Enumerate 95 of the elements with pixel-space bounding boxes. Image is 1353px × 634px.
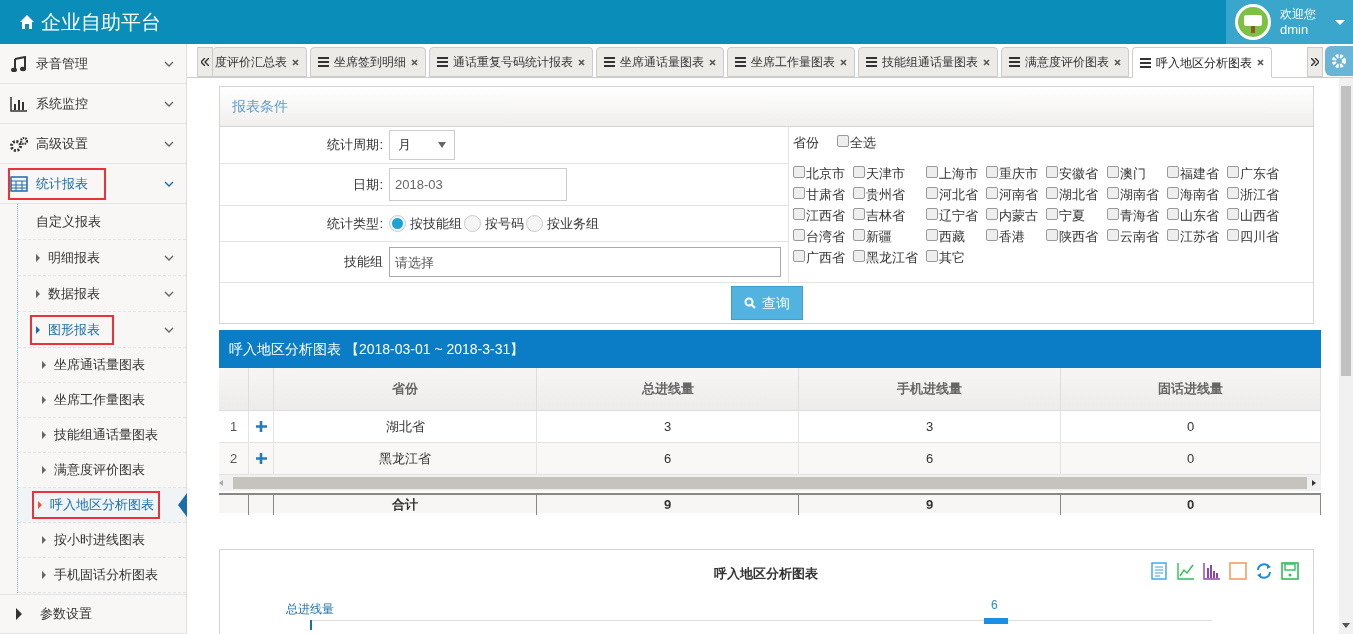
checkbox-label: 全选 — [850, 134, 876, 153]
radio-label: 按业务组 — [547, 214, 599, 233]
bar-value-label: 6 — [991, 597, 998, 614]
table-cell-text: 3 — [663, 417, 672, 436]
checkbox-label: 海南省 — [1180, 185, 1219, 204]
tab[interactable]: 坐席工作量图表 — [727, 47, 855, 77]
sidebar-item[interactable]: 明细报表 — [32, 244, 100, 271]
table-cell-text: 6 — [663, 449, 672, 468]
sidebar-item[interactable]: 高级设置 — [10, 129, 92, 158]
checkbox-label: 吉林省 — [866, 206, 905, 225]
checkbox-label: 山西省 — [1240, 206, 1279, 225]
tab[interactable]: 通话重复号码统计报表 — [429, 47, 593, 77]
checkbox-label: 辽宁省 — [939, 206, 978, 225]
tab[interactable]: 技能组通话量图表 — [858, 47, 998, 77]
chart-title: 呼入地区分析图表 — [714, 565, 818, 583]
table-cell-text: 0 — [1186, 417, 1195, 436]
sidebar-item[interactable]: 手机固话分析图表 — [38, 563, 162, 587]
checkbox-label: 广东省 — [1240, 164, 1279, 183]
checkbox-label: 山东省 — [1180, 206, 1219, 225]
column-header: 固话进线量 — [1158, 380, 1223, 399]
row-number: 2 — [229, 449, 238, 468]
column-header: 手机进线量 — [897, 380, 962, 399]
checkbox-label: 四川省 — [1240, 227, 1279, 246]
checkbox-label: 上海市 — [939, 164, 978, 183]
sidebar-item[interactable]: 坐席通话量图表 — [38, 353, 149, 377]
tab[interactable]: 坐席签到明细 — [310, 47, 426, 77]
total-cell-text: 0 — [1186, 496, 1195, 514]
checkbox-label: 内蒙古 — [999, 206, 1038, 225]
sidebar-item[interactable]: 数据报表 — [32, 280, 100, 307]
table-cell-text: 0 — [1186, 449, 1195, 468]
tab[interactable]: 度评价汇总表 — [213, 47, 307, 77]
checkbox-label: 湖南省 — [1120, 185, 1159, 204]
total-cell-text: 合计 — [392, 496, 418, 514]
sidebar-item[interactable]: 按小时进线图表 — [38, 528, 149, 552]
checkbox-label: 贵州省 — [866, 185, 905, 204]
skill-group-input[interactable]: 请选择 — [389, 247, 781, 277]
checkbox-label: 北京市 — [806, 164, 845, 183]
checkbox-label: 天津市 — [866, 164, 905, 183]
checkbox-label: 甘肃省 — [806, 185, 845, 204]
field-label: 日期: — [353, 176, 383, 192]
checkbox-label: 其它 — [939, 248, 965, 267]
sidebar-item[interactable]: 参数设置 — [10, 600, 96, 628]
checkbox-label: 江西省 — [806, 206, 845, 225]
sidebar-item[interactable]: 技能组通话量图表 — [38, 423, 162, 447]
checkbox-label: 西藏 — [939, 227, 965, 246]
date-input[interactable]: 2018-03 — [389, 168, 567, 201]
checkbox-label: 云南省 — [1120, 227, 1159, 246]
checkbox-label: 陕西省 — [1059, 227, 1098, 246]
row-number: 1 — [229, 417, 238, 436]
sidebar-item[interactable]: 自定义报表 — [32, 208, 101, 235]
tab[interactable]: 满意度评价图表 — [1001, 47, 1129, 77]
field-label: 技能组 — [344, 254, 383, 270]
checkbox-label: 河南省 — [999, 185, 1038, 204]
sidebar-item[interactable]: 统计报表 — [10, 169, 104, 198]
checkbox-label: 黑龙江省 — [866, 248, 918, 267]
sidebar-item[interactable]: 录音管理 — [10, 49, 92, 78]
checkbox-label: 安徽省 — [1059, 164, 1098, 183]
checkbox-label: 重庆市 — [999, 164, 1038, 183]
total-cell-text: 9 — [925, 496, 934, 514]
table-cell-text: 黑龙江省 — [379, 449, 431, 468]
checkbox-label: 湖北省 — [1059, 185, 1098, 204]
tab[interactable]: 呼入地区分析图表 — [1132, 47, 1272, 78]
sidebar-item[interactable]: 系统监控 — [10, 89, 92, 118]
tab[interactable]: 坐席通话量图表 — [596, 47, 724, 77]
table-cell-text: 6 — [925, 449, 934, 468]
checkbox-label: 河北省 — [939, 185, 978, 204]
sidebar-item[interactable]: 坐席工作量图表 — [38, 388, 149, 412]
table-cell-text: 3 — [925, 417, 934, 436]
checkbox-label: 香港 — [999, 227, 1025, 246]
checkbox-label: 澳门 — [1120, 164, 1146, 183]
app-title: 企业自助平台 — [41, 10, 161, 35]
table-cell-text: 湖北省 — [385, 417, 425, 436]
checkbox-label: 广西省 — [806, 248, 845, 267]
column-header: 省份 — [392, 380, 418, 399]
checkbox-label: 福建省 — [1180, 164, 1219, 183]
checkbox-label: 新疆 — [866, 227, 892, 246]
user-name: dmin — [1280, 22, 1310, 37]
period-select[interactable]: 月 — [389, 130, 455, 160]
checkbox-label: 青海省 — [1120, 206, 1159, 225]
field-label: 统计周期: — [327, 137, 383, 153]
sidebar-item[interactable]: 满意度评价图表 — [38, 458, 149, 482]
sidebar-item[interactable]: 图形报表 — [32, 316, 112, 343]
checkbox-label: 江苏省 — [1180, 227, 1219, 246]
radio-label: 按号码 — [485, 214, 524, 233]
grid-title: 呼入地区分析图表 【2018-03-01 ~ 2018-3-31】 — [219, 330, 1321, 368]
field-label: 统计类型: — [327, 215, 383, 231]
field-label: 省份 — [793, 134, 819, 153]
checkbox-label: 宁夏 — [1059, 206, 1085, 225]
radio-label: 按技能组 — [410, 214, 462, 233]
checkbox-label: 台湾省 — [806, 227, 845, 246]
greeting-text: 欢迎您 — [1280, 7, 1316, 22]
column-header: 总进线量 — [641, 380, 694, 399]
axis-label: 总进线量 — [286, 601, 334, 618]
total-cell-text: 9 — [663, 496, 672, 514]
checkbox-label: 浙江省 — [1240, 185, 1279, 204]
